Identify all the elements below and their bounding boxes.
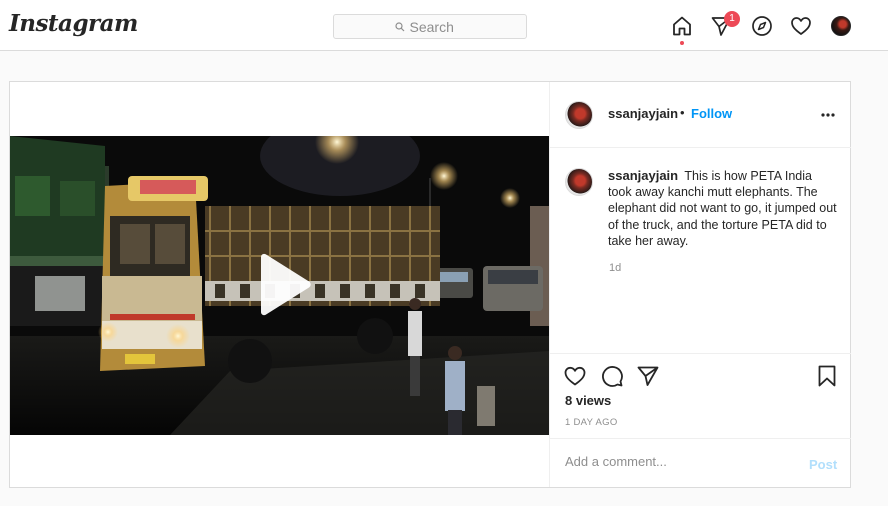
notification-badge: 1 (724, 11, 740, 27)
play-button-icon[interactable] (253, 253, 313, 319)
comment-icon[interactable] (600, 364, 624, 388)
more-options-icon[interactable] (820, 107, 836, 123)
author-username[interactable]: ssanjayjain (608, 106, 678, 121)
caption-username[interactable]: ssanjayjain (608, 168, 678, 183)
caption-author-avatar[interactable] (565, 168, 593, 196)
post-header: ssanjayjain • Follow (550, 82, 851, 148)
save-bookmark-icon[interactable] (815, 364, 839, 388)
share-icon[interactable] (636, 364, 660, 388)
post-caption: ssanjayjain This is how PETA India took … (608, 168, 838, 249)
add-comment-section: Post (550, 438, 851, 487)
activity-heart-icon[interactable] (790, 15, 812, 37)
profile-avatar[interactable] (831, 16, 851, 36)
comment-input[interactable] (565, 454, 785, 469)
post-sidebar: ssanjayjain • Follow ssanjayjain This is… (549, 82, 851, 487)
post-media-area (10, 82, 549, 487)
home-icon[interactable] (671, 15, 693, 37)
caption-timestamp[interactable]: 1d (609, 262, 621, 274)
post-timestamp[interactable]: 1 DAY AGO (565, 417, 618, 428)
top-navigation-bar: Instagram 1 (0, 0, 888, 51)
search-icon (394, 21, 404, 31)
post-video[interactable] (10, 136, 549, 435)
follow-button[interactable]: Follow (691, 106, 732, 121)
search-input[interactable] (409, 18, 466, 35)
view-count[interactable]: 8 views (565, 393, 611, 408)
post-card: ssanjayjain • Follow ssanjayjain This is… (9, 81, 851, 488)
like-heart-icon[interactable] (563, 364, 587, 388)
search-box[interactable] (333, 14, 527, 39)
action-bar-divider (550, 353, 851, 354)
instagram-logo[interactable]: Instagram (9, 10, 138, 37)
post-comment-button[interactable]: Post (809, 457, 837, 472)
author-avatar[interactable] (565, 101, 593, 129)
home-active-indicator (680, 41, 684, 45)
explore-compass-icon[interactable] (751, 15, 773, 37)
separator-dot: • (680, 105, 685, 120)
